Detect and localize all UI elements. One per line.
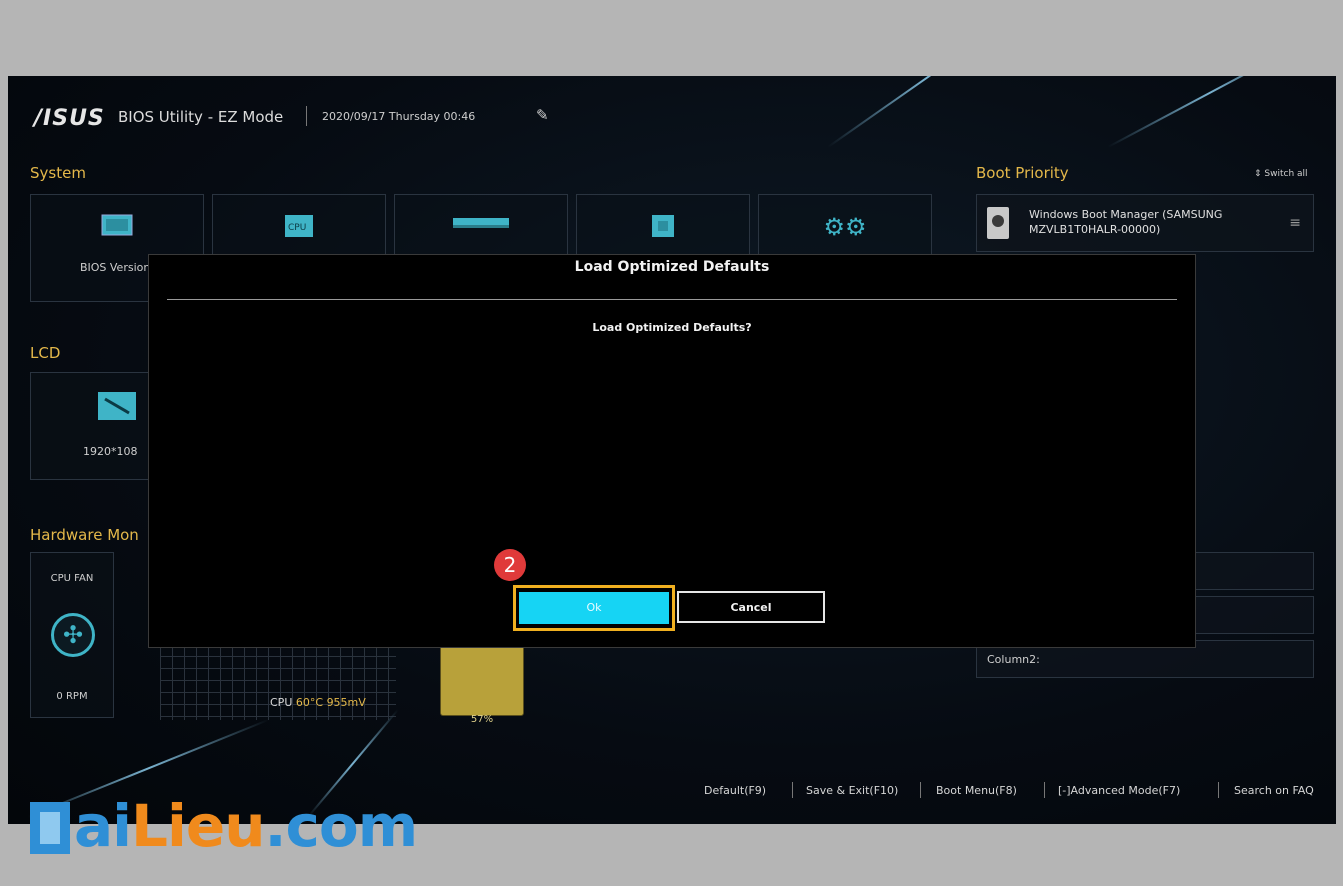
search-faq-button[interactable]: Search on FAQ bbox=[1234, 784, 1314, 797]
watermark-logo: aiLieu.com bbox=[30, 792, 419, 860]
asus-logo: /ISUS bbox=[34, 106, 105, 131]
divider bbox=[1044, 782, 1045, 798]
page-title: BIOS Utility - EZ Mode bbox=[118, 108, 284, 126]
ok-button[interactable]: Ok bbox=[519, 592, 669, 624]
divider bbox=[792, 782, 793, 798]
watermark-t-icon bbox=[30, 802, 70, 854]
bios-chip-icon bbox=[100, 213, 134, 241]
lcd-resolution: 1920*108 bbox=[83, 445, 138, 458]
edit-pencil-icon[interactable]: ✎ bbox=[536, 106, 549, 124]
cpu-temp: 60°C bbox=[295, 696, 324, 709]
cpu-voltage: 955mV bbox=[326, 696, 366, 709]
save-exit-button[interactable]: Save & Exit(F10) bbox=[806, 784, 898, 797]
column2-label: Column2: bbox=[987, 653, 1040, 666]
date-time[interactable]: 2020/09/17 Thursday 00:46 bbox=[322, 110, 475, 123]
hardware-section-title: Hardware Mon bbox=[30, 526, 139, 544]
watermark-part2: Lieu bbox=[131, 792, 265, 860]
fan-icon bbox=[51, 613, 95, 657]
dialog-message: Load Optimized Defaults? bbox=[592, 321, 752, 334]
step-badge: 2 bbox=[494, 549, 526, 581]
cancel-button[interactable]: Cancel bbox=[677, 591, 825, 623]
top-bar: /ISUS BIOS Utility - EZ Mode 2020/09/17 … bbox=[8, 76, 1336, 156]
storage-icon bbox=[650, 213, 676, 243]
cpu-fan-label: CPU FAN bbox=[50, 573, 94, 584]
memory-icon bbox=[451, 213, 511, 237]
hard-disk-icon bbox=[987, 207, 1009, 239]
divider bbox=[1218, 782, 1219, 798]
cpu-chip-icon: CPU bbox=[283, 213, 315, 243]
divider bbox=[920, 782, 921, 798]
switch-all-button[interactable]: ⇕ Switch all bbox=[1254, 169, 1308, 179]
default-f9-button[interactable]: Default(F9) bbox=[704, 784, 766, 797]
cpu-reading-label: CPU bbox=[270, 696, 293, 709]
boot-item-line1: Windows Boot Manager (SAMSUNG bbox=[1029, 208, 1223, 221]
cpu-reading: CPU 60°C 955mV bbox=[270, 696, 366, 709]
resolution-icon bbox=[97, 391, 137, 425]
divider bbox=[306, 106, 307, 126]
cpu-chip-text: CPU bbox=[288, 223, 306, 233]
boot-item-text: Windows Boot Manager (SAMSUNG MZVLB1T0HA… bbox=[1029, 207, 1259, 237]
boot-item-line2: MZVLB1T0HALR-00000) bbox=[1029, 223, 1161, 236]
primary-percent: 57% bbox=[470, 714, 494, 725]
boot-menu-button[interactable]: Boot Menu(F8) bbox=[936, 784, 1017, 797]
gears-icon: ⚙⚙ bbox=[823, 213, 867, 241]
watermark-part3: .com bbox=[264, 792, 419, 860]
dialog-divider bbox=[167, 299, 1177, 300]
boot-priority-title: Boot Priority bbox=[976, 164, 1069, 182]
dialog-title: Load Optimized Defaults bbox=[574, 259, 770, 275]
boot-item[interactable]: Windows Boot Manager (SAMSUNG MZVLB1T0HA… bbox=[976, 194, 1314, 252]
load-defaults-dialog: Load Optimized Defaults Load Optimized D… bbox=[148, 254, 1196, 648]
drag-handle-icon[interactable]: ≡ bbox=[1289, 215, 1301, 231]
primary-storage-box[interactable]: 57% bbox=[440, 642, 524, 725]
lcd-section-title: LCD bbox=[30, 344, 61, 362]
system-section-title: System bbox=[30, 164, 86, 182]
watermark-part1: ai bbox=[74, 792, 132, 860]
switch-all-label: Switch all bbox=[1264, 169, 1308, 179]
advanced-mode-button[interactable]: [-]Advanced Mode(F7) bbox=[1058, 784, 1180, 797]
fan-rpm: 0 RPM bbox=[56, 691, 88, 702]
cpu-fan-panel[interactable]: CPU FAN 0 RPM bbox=[30, 552, 114, 718]
